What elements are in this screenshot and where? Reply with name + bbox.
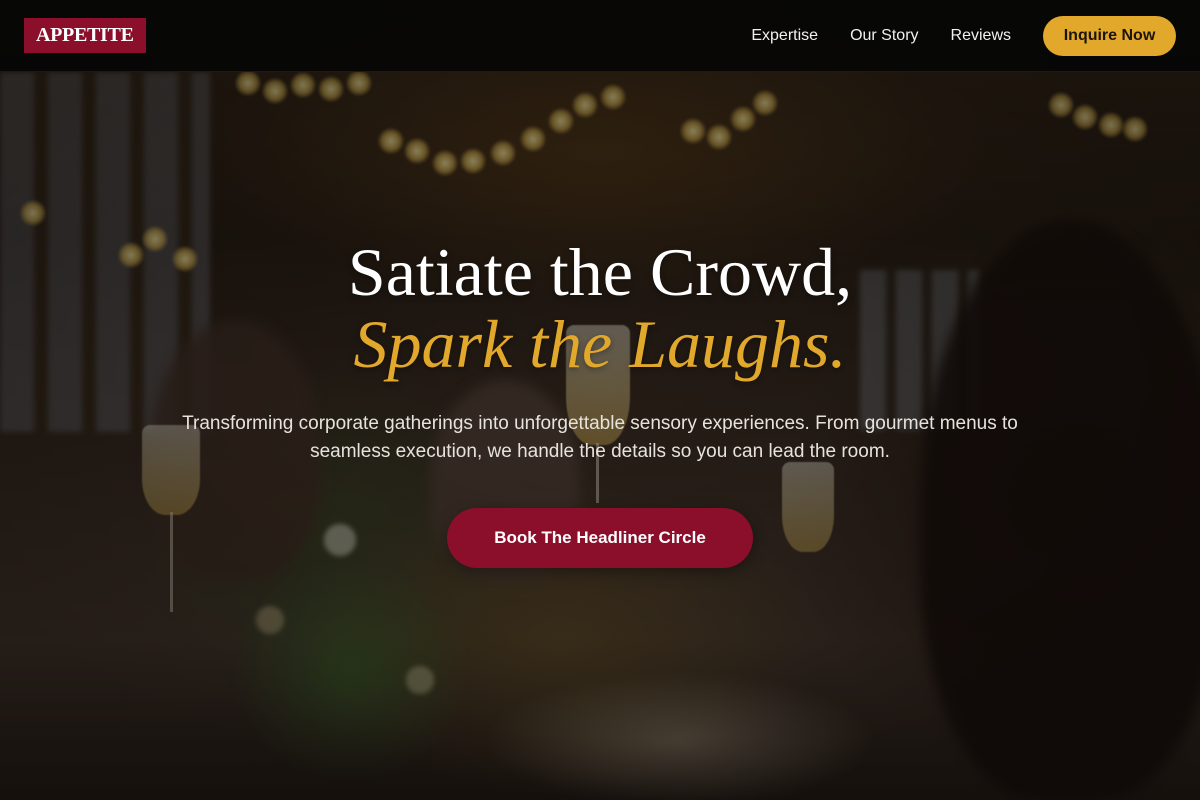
book-headliner-circle-button[interactable]: Book The Headliner Circle: [447, 508, 753, 568]
nav-link-our-story[interactable]: Our Story: [850, 27, 918, 45]
hero-title-line1: Satiate the Crowd,: [347, 234, 853, 310]
site-header: APPETITE Expertise Our Story Reviews Inq…: [0, 0, 1200, 72]
nav-link-expertise[interactable]: Expertise: [751, 27, 818, 45]
hero-subtitle: Transforming corporate gatherings into u…: [182, 413, 1018, 462]
hero-title: Satiate the Crowd, Spark the Laughs.: [0, 236, 1200, 380]
main-nav: Expertise Our Story Reviews Inquire Now: [751, 15, 1176, 56]
inquire-now-button[interactable]: Inquire Now: [1043, 15, 1176, 56]
hero-section: Satiate the Crowd, Spark the Laughs. Tra…: [0, 236, 1200, 568]
hero-title-line2: Spark the Laughs.: [353, 306, 847, 382]
logo[interactable]: APPETITE: [24, 18, 146, 53]
nav-link-reviews[interactable]: Reviews: [951, 27, 1011, 45]
